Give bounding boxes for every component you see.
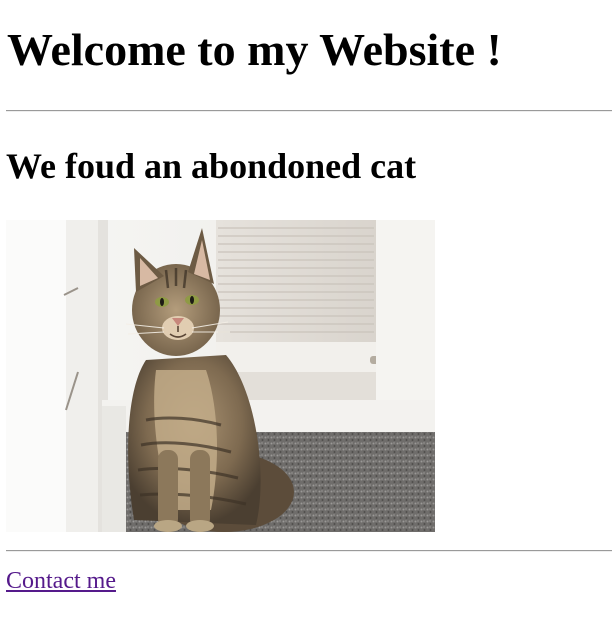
page-title: Welcome to my Website !	[7, 24, 502, 75]
contact-link[interactable]: Contact me	[6, 567, 116, 595]
cat-photo	[6, 220, 435, 532]
section-heading: We foud an abondoned cat	[6, 146, 417, 186]
divider-top	[6, 110, 612, 112]
divider-bottom	[6, 550, 612, 552]
page: Welcome to my Website ! We foud an abond…	[0, 0, 612, 627]
